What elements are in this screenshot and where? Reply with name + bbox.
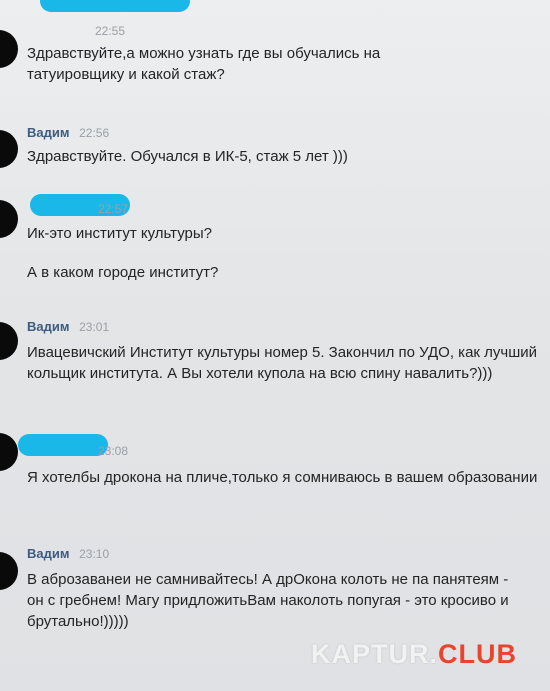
message-text: Здравствуйте,а можно узнать где вы обуча… [27, 43, 542, 85]
message-text: Ик-это институт культуры? А в каком горо… [27, 223, 542, 283]
avatar[interactable] [0, 322, 18, 360]
message-paragraph: Я хотелбы дрокона на пличе,только я сомн… [27, 469, 538, 486]
redacted-sender-name [40, 0, 190, 12]
sender-name[interactable]: Вадим [27, 546, 69, 561]
message-header: 22:57 [98, 200, 128, 218]
message-time: 23:01 [79, 320, 110, 334]
message-paragraph: Ик-это институт культуры? [27, 225, 212, 242]
watermark-text-main: KAPTUR. [311, 639, 438, 669]
message-time: 22:56 [79, 126, 110, 140]
avatar[interactable] [0, 130, 18, 168]
message-time: 22:55 [95, 24, 126, 38]
avatar[interactable] [0, 433, 18, 471]
avatar[interactable] [0, 200, 18, 238]
message-paragraph: Здравствуйте,а можно узнать где вы обуча… [27, 45, 381, 83]
message-paragraph: А в каком городе институт? [27, 264, 219, 281]
avatar[interactable] [0, 552, 18, 590]
message-header: Вадим 22:56 [27, 124, 109, 142]
watermark-text-accent: CLUB [438, 639, 517, 669]
avatar[interactable] [0, 30, 18, 68]
message-text: В аброзаванеи не самнивайтесь! А дрОкона… [27, 569, 542, 632]
message-header: Вадим 23:10 [27, 545, 109, 563]
message-text: Я хотелбы дрокона на пличе,только я сомн… [27, 467, 542, 488]
chat-screen: 22:55 Здравствуйте,а можно узнать где вы… [0, 0, 550, 691]
site-watermark: KAPTUR.CLUB [311, 639, 517, 669]
redacted-sender-name [18, 434, 108, 456]
message-paragraph: В аброзаванеи не самнивайтесь! А дрОкона… [27, 571, 509, 630]
message-header: Вадим 23:01 [27, 318, 109, 336]
message-paragraph: Ивацевичский Институт культуры номер 5. … [27, 344, 537, 382]
message-text: Здравствуйте. Обучался в ИК-5, стаж 5 ле… [27, 146, 542, 167]
message-header: 22:55 [95, 22, 125, 40]
sender-name[interactable]: Вадим [27, 125, 69, 140]
message-time: 23:08 [98, 444, 129, 458]
message-paragraph: Здравствуйте. Обучался в ИК-5, стаж 5 ле… [27, 148, 348, 165]
sender-name[interactable]: Вадим [27, 319, 69, 334]
message-header: 23:08 [98, 442, 128, 460]
message-text: Ивацевичский Институт культуры номер 5. … [27, 342, 542, 384]
message-time: 23:10 [79, 547, 110, 561]
message-time: 22:57 [98, 202, 129, 216]
